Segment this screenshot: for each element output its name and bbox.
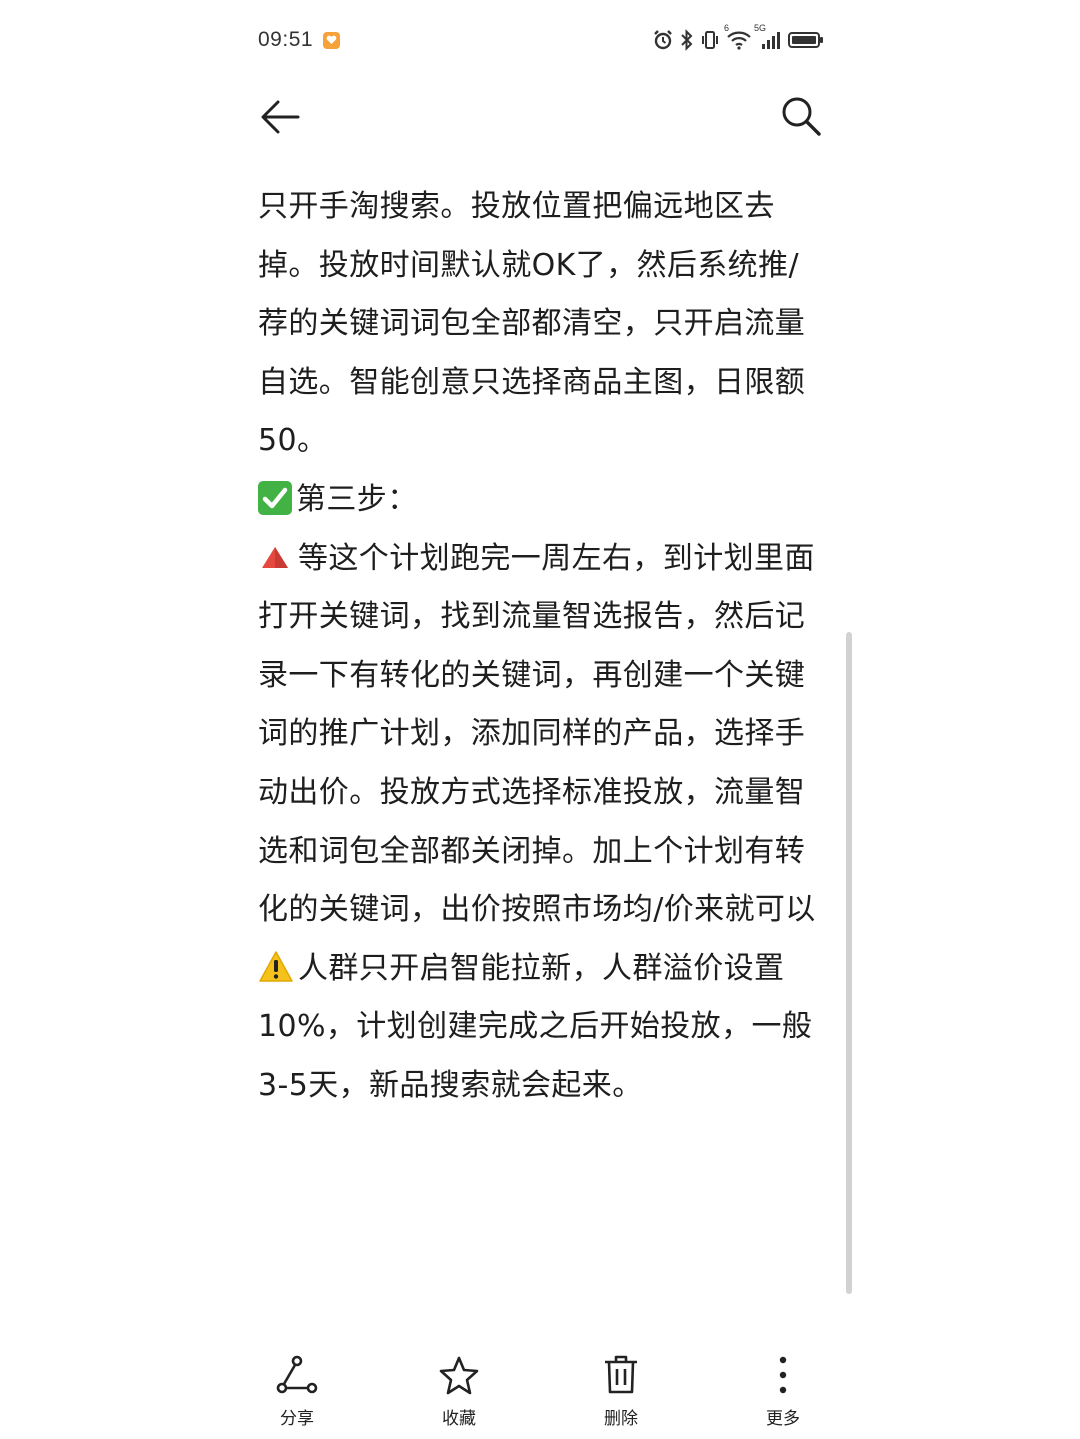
notification-app-icon	[323, 31, 341, 49]
paragraph-3: 人群只开启智能拉新，人群溢价设置10%，计划创建完成之后开始投放，一般3-5天，…	[258, 950, 813, 1103]
warning-icon	[259, 950, 293, 982]
wifi-icon: 6	[724, 23, 752, 51]
back-arrow-icon	[261, 100, 300, 134]
note-content: 只开手淘搜索。投放位置把偏远地区去掉。投放时间默认就OK了，然后系统推/荐的关键…	[258, 178, 828, 1116]
favorite-button[interactable]: 收藏	[378, 1352, 540, 1432]
check-mark-icon	[258, 480, 292, 515]
scrollbar[interactable]	[846, 632, 852, 1294]
share-label: 分享	[280, 1409, 314, 1429]
battery-icon	[788, 30, 824, 50]
status-left: 09:51	[258, 28, 341, 52]
wifi-label: 6	[724, 23, 730, 33]
paragraph-2-line: 等这个计划跑完一周左右，到计划里面打开关键词，找到流量智选报告，然后记录一下有转…	[258, 530, 828, 940]
step-heading-line: 第三步：	[258, 471, 828, 530]
alarm-icon	[652, 29, 674, 51]
delete-label: 删除	[604, 1409, 638, 1429]
search-button[interactable]	[778, 93, 824, 139]
share-button[interactable]: 分享	[216, 1352, 378, 1432]
back-button[interactable]	[258, 95, 302, 139]
more-vertical-icon	[760, 1352, 806, 1398]
vibrate-icon	[700, 29, 720, 51]
favorite-label: 收藏	[442, 1409, 476, 1429]
paragraph-2: 等这个计划跑完一周左右，到计划里面打开关键词，找到流量智选报告，然后记录一下有转…	[258, 540, 816, 928]
step-heading: 第三步：	[296, 481, 418, 517]
trash-icon	[598, 1352, 644, 1398]
status-time: 09:51	[258, 28, 314, 51]
share-icon	[274, 1352, 320, 1398]
paragraph-1: 只开手淘搜索。投放位置把偏远地区去掉。投放时间默认就OK了，然后系统推/荐的关键…	[258, 189, 806, 459]
status-bar: 09:51 6 5G	[258, 23, 824, 56]
status-right: 6 5G	[652, 23, 824, 51]
paragraph-3-line: 人群只开启智能拉新，人群溢价设置10%，计划创建完成之后开始投放，一般3-5天，…	[258, 940, 828, 1116]
network-type-label: 5G	[754, 23, 767, 33]
search-icon	[782, 97, 821, 136]
red-triangle-icon	[262, 546, 288, 568]
more-button[interactable]: 更多	[702, 1352, 864, 1432]
more-label: 更多	[766, 1409, 800, 1429]
bottom-toolbar: 分享 收藏 删除 更多	[216, 1352, 864, 1432]
star-icon	[436, 1352, 482, 1398]
bluetooth-icon	[680, 29, 694, 51]
cellular-icon: 5G	[754, 23, 782, 51]
delete-button[interactable]: 删除	[540, 1352, 702, 1432]
